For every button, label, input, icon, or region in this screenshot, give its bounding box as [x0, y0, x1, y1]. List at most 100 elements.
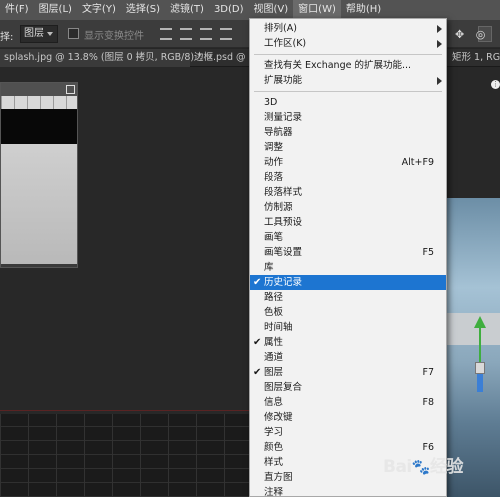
move-gizmo-up-arrow[interactable] — [474, 316, 486, 328]
menu-item-label: 段落样式 — [264, 187, 303, 198]
menu-item-label: 样式 — [264, 457, 284, 468]
tab-label: splash.jpg @ 13.8% (图层 0 拷贝, RGB/8) * — [4, 52, 202, 63]
menu-item-label: 时间轴 — [264, 322, 293, 333]
menu-item-shortcut: F8 — [422, 397, 434, 408]
menu-item-label: 图层复合 — [264, 382, 303, 393]
menu-item-panel-5[interactable]: 段落 — [250, 170, 446, 185]
menu-item-panel-6[interactable]: 段落样式 — [250, 185, 446, 200]
menu-2[interactable]: 文字(Y) — [77, 0, 121, 20]
menu-item-panel-8[interactable]: 工具预设 — [250, 215, 446, 230]
align-bottom-icon[interactable] — [200, 28, 212, 40]
floating-image-panel[interactable] — [0, 82, 78, 268]
menu-item-ext-1[interactable]: 扩展功能 — [250, 73, 446, 88]
menu-item-shortcut: F5 — [422, 247, 434, 258]
align-left-icon[interactable] — [220, 28, 232, 40]
menu-item-top-0[interactable]: 排列(A) — [250, 21, 446, 36]
menu-item-label: 色板 — [264, 307, 284, 318]
move-gizmo-handle[interactable] — [475, 362, 485, 374]
menu-item-panel-26[interactable]: 注释 — [250, 485, 446, 497]
menu-item-label: 历史记录 — [264, 277, 303, 288]
menu-item-shortcut: F7 — [422, 367, 434, 378]
baidu-watermark-logo: Bai🐾经验 — [383, 452, 463, 477]
more-icon[interactable]: ⋮ — [491, 80, 500, 89]
tab-rectangle[interactable]: 矩形 1, RGB/ — [448, 49, 500, 67]
menu-item-panel-3[interactable]: 调整 — [250, 140, 446, 155]
menu-item-panel-9[interactable]: 画笔 — [250, 230, 446, 245]
menu-4[interactable]: 滤镜(T) — [165, 0, 209, 20]
menu-item-label: 画笔设置 — [264, 247, 303, 258]
menu-item-panel-20[interactable]: 信息 F8 — [250, 395, 446, 410]
menu-item-label: 图层 — [264, 367, 284, 378]
menu-item-label: 路径 — [264, 292, 284, 303]
menu-7[interactable]: 窗口(W) — [293, 0, 341, 20]
menu-item-label: 信息 — [264, 397, 284, 408]
menu-item-panel-12[interactable]: ✔ 历史记录 — [250, 275, 446, 290]
menu-item-label: 查找有关 Exchange 的扩展功能... — [264, 60, 412, 71]
menu-6[interactable]: 视图(V) — [249, 0, 294, 20]
menu-bar: 件(F) 图层(L) 文字(Y) 选择(S) 滤镜(T) 3D(D) 视图(V) 窗口(W) 帮… — [0, 0, 500, 20]
auto-select-target-dropdown[interactable]: 图层 — [20, 25, 58, 43]
menu-item-label: 测量记录 — [264, 112, 303, 123]
menu-item-label: 扩展功能 — [264, 75, 303, 86]
expand-icon[interactable] — [66, 85, 75, 94]
menu-3[interactable]: 选择(S) — [121, 0, 165, 20]
show-transform-checkbox[interactable] — [68, 28, 79, 39]
menu-1[interactable]: 图层(L) — [34, 0, 77, 20]
menu-item-panel-17[interactable]: 通道 — [250, 350, 446, 365]
menu-item-label: 工作区(K) — [264, 38, 307, 49]
menu-item-label: 通道 — [264, 352, 284, 363]
menu-item-label: 注释 — [264, 487, 284, 497]
move-gizmo-z-axis[interactable] — [477, 374, 483, 392]
submenu-arrow-icon — [437, 25, 442, 33]
tab-border-psd[interactable]: 边框.psd @ 1 — [190, 49, 255, 67]
3d-mode-icons[interactable]: ✥ ◎ — [455, 28, 489, 41]
menu-item-panel-0[interactable]: 3D — [250, 95, 446, 110]
menu-item-panel-15[interactable]: 时间轴 — [250, 320, 446, 335]
menu-item-top-1[interactable]: 工作区(K) — [250, 36, 446, 51]
menu-item-shortcut: Alt+F9 — [401, 157, 434, 168]
tab-label: 边框.psd @ 1 — [194, 52, 255, 63]
menu-item-label: 工具预设 — [264, 217, 303, 228]
menu-item-label: 动作 — [264, 157, 284, 168]
menu-item-ext-0[interactable]: 查找有关 Exchange 的扩展功能... — [250, 58, 446, 73]
menu-item-panel-22[interactable]: 学习 — [250, 425, 446, 440]
menu-item-label: 段落 — [264, 172, 284, 183]
watermark-text: Bai — [383, 457, 412, 477]
menu-item-label: 库 — [264, 262, 274, 273]
menu-item-panel-14[interactable]: 色板 — [250, 305, 446, 320]
panel-preview — [1, 144, 77, 264]
menu-item-panel-21[interactable]: 修改键 — [250, 410, 446, 425]
align-top-icon[interactable] — [160, 28, 172, 40]
menu-item-panel-2[interactable]: 导航器 — [250, 125, 446, 140]
menu-item-panel-1[interactable]: 测量记录 — [250, 110, 446, 125]
menu-item-label: 3D — [264, 97, 278, 108]
menu-item-label: 调整 — [264, 142, 284, 153]
submenu-arrow-icon — [437, 40, 442, 48]
panel-grid-strip — [1, 96, 77, 109]
window-menu-dropdown: 排列(A) 工作区(K) 查找有关 Exchange 的扩展功能... 扩展功能 3D 测… — [249, 18, 447, 497]
menu-item-panel-13[interactable]: 路径 — [250, 290, 446, 305]
checkmark-icon: ✔ — [253, 367, 262, 378]
menu-separator — [254, 54, 442, 55]
menu-item-panel-11[interactable]: 库 — [250, 260, 446, 275]
menu-item-panel-10[interactable]: 画笔设置 F5 — [250, 245, 446, 260]
panel-dark-strip — [1, 109, 77, 144]
menu-item-label: 属性 — [264, 337, 284, 348]
watermark-suffix: 经验 — [429, 457, 464, 477]
menu-item-label: 修改键 — [264, 412, 293, 423]
menu-item-panel-16[interactable]: ✔ 属性 — [250, 335, 446, 350]
menu-item-panel-18[interactable]: ✔ 图层 F7 — [250, 365, 446, 380]
menu-item-panel-7[interactable]: 仿制源 — [250, 200, 446, 215]
menu-0[interactable]: 件(F) — [0, 0, 34, 20]
menu-item-label: 直方图 — [264, 472, 293, 483]
menu-item-panel-19[interactable]: 图层复合 — [250, 380, 446, 395]
align-middle-icon[interactable] — [180, 28, 192, 40]
menu-item-label: 学习 — [264, 427, 284, 438]
menu-8[interactable]: 帮助(H) — [341, 0, 386, 20]
tab-label: 矩形 1, RGB/ — [452, 52, 500, 63]
menu-separator — [254, 91, 442, 92]
menu-item-panel-4[interactable]: 动作 Alt+F9 — [250, 155, 446, 170]
menu-5[interactable]: 3D(D) — [209, 0, 249, 20]
tab-splash[interactable]: splash.jpg @ 13.8% (图层 0 拷贝, RGB/8) * × — [0, 49, 214, 67]
menu-item-label: 画笔 — [264, 232, 284, 243]
